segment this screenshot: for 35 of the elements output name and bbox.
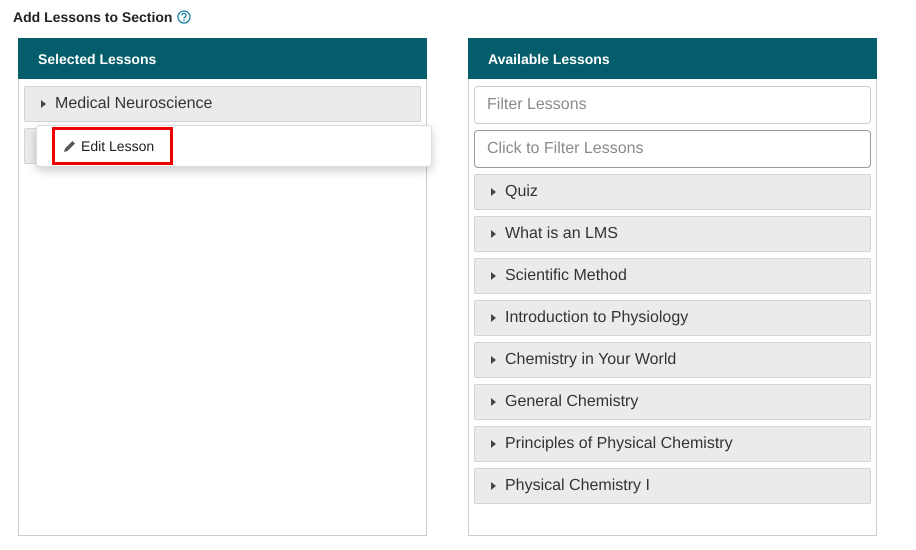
caret-icon — [491, 398, 496, 406]
filter-field[interactable]: Filter Lessons — [474, 86, 871, 124]
lesson-title: Quiz — [505, 183, 538, 201]
lesson-title: Medical Neuroscience — [55, 95, 212, 113]
lesson-title: Introduction to Physiology — [505, 309, 688, 327]
help-icon[interactable] — [177, 10, 192, 24]
lesson-row[interactable]: Physical Chemistry I — [474, 468, 871, 504]
lesson-row[interactable]: General Chemistry — [474, 384, 871, 420]
lesson-title: Scientific Method — [505, 267, 627, 285]
edit-menu-item[interactable]: Edit Lesson — [52, 127, 174, 165]
lesson-row[interactable]: Scientific Method — [474, 258, 871, 294]
lesson-row[interactable]: Chemistry in Your World — [474, 342, 871, 378]
lesson-title: General Chemistry — [505, 393, 638, 411]
lesson-row[interactable]: Principles of Physical Chemistry — [474, 426, 871, 462]
pencil-icon — [63, 140, 76, 152]
lesson-title: Chemistry in Your World — [505, 351, 676, 369]
caret-icon — [491, 314, 496, 322]
panel-header: Selected Lessons — [18, 38, 427, 79]
tag-filter-field[interactable]: Click to Filter Lessons — [474, 130, 871, 168]
lesson-row[interactable]: Medical Neuroscience — [24, 86, 421, 122]
caret-icon — [491, 482, 496, 490]
lesson-title: Physical Chemistry I — [505, 477, 650, 495]
lesson-row[interactable]: What is an LMS — [474, 216, 871, 252]
lesson-row[interactable]: Quiz — [474, 174, 871, 210]
caret-icon — [491, 188, 496, 196]
caret-icon — [41, 100, 46, 108]
lesson-title: What is an LMS — [505, 225, 618, 243]
caret-icon — [491, 440, 496, 448]
caret-icon — [491, 230, 496, 238]
lesson-row[interactable]: Introduction to Physiology — [474, 300, 871, 336]
panel-header: Available Lessons — [468, 38, 877, 79]
caret-icon — [491, 272, 496, 280]
section-heading: Add Lessons to Section — [13, 9, 172, 25]
lesson-title: Principles of Physical Chemistry — [505, 435, 733, 453]
caret-icon — [491, 356, 496, 364]
